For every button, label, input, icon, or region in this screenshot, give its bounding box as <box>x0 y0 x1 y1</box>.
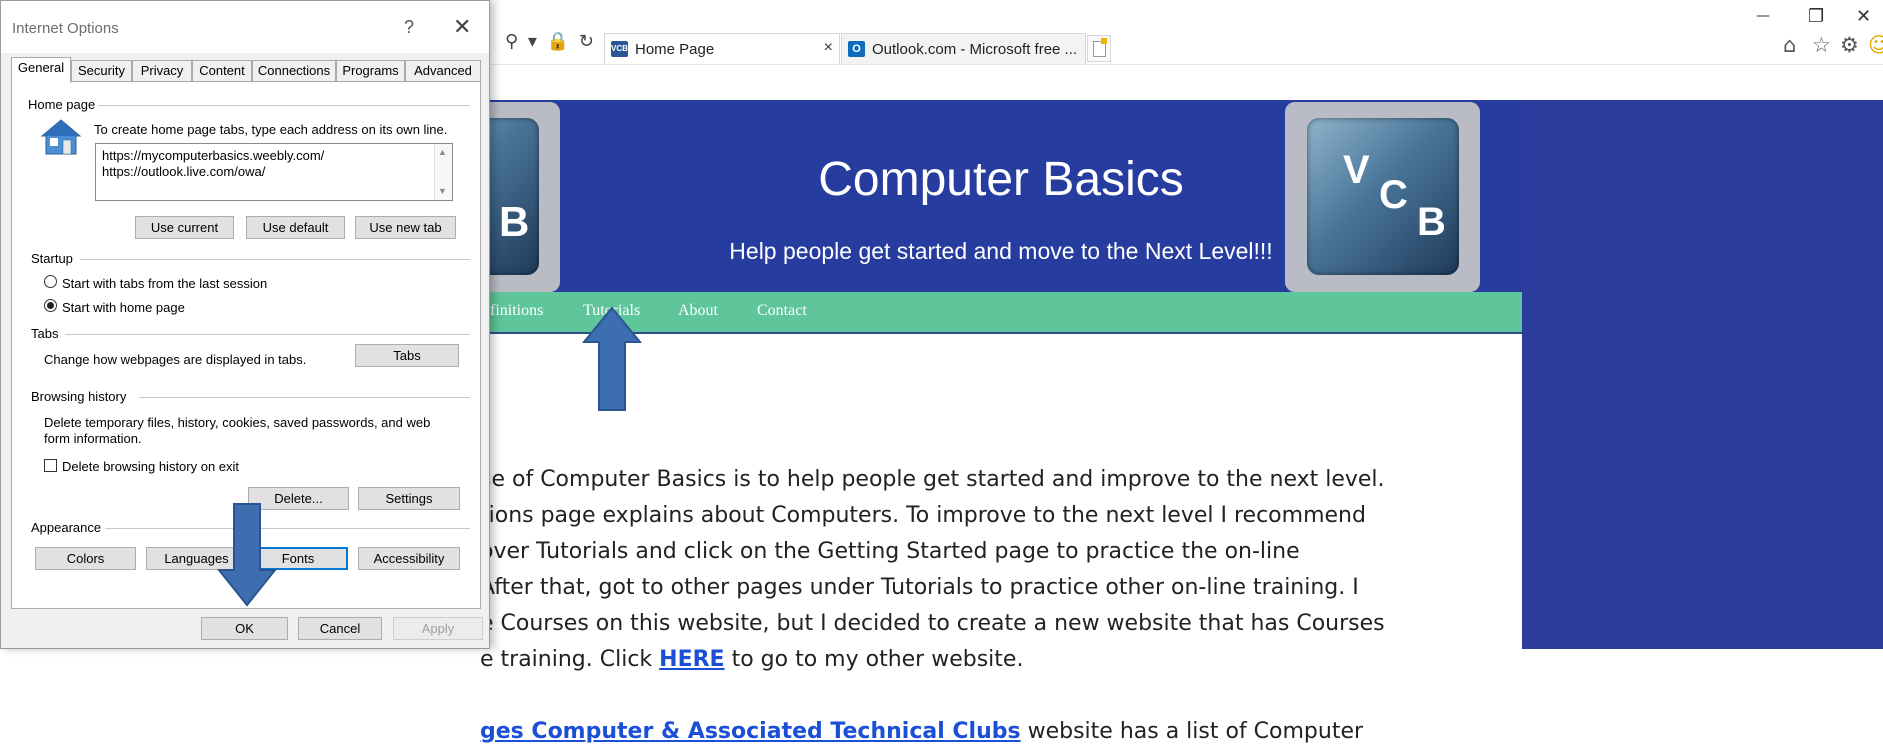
use-default-button[interactable]: Use default <box>246 216 345 239</box>
dialog-close-icon[interactable]: ✕ <box>453 14 471 40</box>
settings-gear-icon[interactable]: ⚙ <box>1840 33 1859 57</box>
home-page-url: https://mycomputerbasics.weebly.com/ <box>102 148 325 163</box>
content-line: After that, got to other pages under Tut… <box>480 575 1359 600</box>
help-icon[interactable]: ? <box>404 17 414 38</box>
home-page-group-label: Home page <box>28 97 96 112</box>
tab-close-icon[interactable]: × <box>824 39 833 57</box>
home-page-instruction: To create home page tabs, type each addr… <box>94 122 448 137</box>
logo-letter-b: B <box>1417 200 1446 244</box>
restore-icon[interactable]: ❐ <box>1808 6 1824 27</box>
favorites-star-icon[interactable]: ☆ <box>1812 33 1831 57</box>
window-close-icon[interactable]: ✕ <box>1856 6 1871 27</box>
delete-on-exit-label[interactable]: Delete browsing history on exit <box>62 459 239 474</box>
content-line: ges Computer & Associated Technical Club… <box>480 719 1363 744</box>
tab-advanced[interactable]: Advanced <box>405 60 481 82</box>
nav-contact[interactable]: Contact <box>757 302 807 320</box>
textarea-scrollbar[interactable]: ▲ ▼ <box>434 144 452 200</box>
content-line: over Tutorials and click on the Getting … <box>480 539 1300 564</box>
content-line: se of Computer Basics is to help people … <box>480 467 1385 492</box>
logo-letter-v: V <box>1343 148 1370 192</box>
annotation-arrow-down-icon <box>217 503 277 607</box>
tab-home-page[interactable]: VCB Home Page × <box>604 33 840 64</box>
tabs-settings-button[interactable]: Tabs <box>355 344 459 367</box>
clubs-link[interactable]: ges Computer & Associated Technical Club… <box>480 719 1021 744</box>
accessibility-button[interactable]: Accessibility <box>358 547 460 570</box>
browsing-history-description: Delete temporary files, history, cookies… <box>44 415 431 430</box>
colors-button[interactable]: Colors <box>35 547 136 570</box>
scroll-up-icon[interactable]: ▲ <box>438 147 447 157</box>
startup-group-label: Startup <box>31 251 73 266</box>
use-current-button[interactable]: Use current <box>135 216 234 239</box>
home-page-url: https://outlook.live.com/owa/ <box>102 164 266 179</box>
tabs-description: Change how webpages are displayed in tab… <box>44 352 307 367</box>
dialog-title: Internet Options <box>12 20 119 37</box>
content-line: tions page explains about Computers. To … <box>480 503 1366 528</box>
content-line: e Courses on this website, but I decided… <box>480 611 1385 636</box>
delete-on-exit-checkbox[interactable] <box>44 459 57 472</box>
apply-button[interactable]: Apply <box>393 617 483 640</box>
site-banner: B Computer Basics Help people get starte… <box>365 100 1522 292</box>
scroll-down-icon[interactable]: ▼ <box>438 186 447 196</box>
address-bar-icons[interactable]: ⚲ ▾ 🔒 ↻ <box>505 31 596 52</box>
startup-home-page-radio[interactable] <box>44 299 57 312</box>
smiley-icon[interactable]: ☺ <box>1868 33 1883 57</box>
content-text: website has a list of Computer <box>1020 719 1364 744</box>
cancel-button[interactable]: Cancel <box>298 617 382 640</box>
minimize-icon[interactable]: — <box>1756 8 1770 24</box>
here-link[interactable]: HERE <box>659 647 724 672</box>
browsing-history-description-2: form information. <box>44 431 142 446</box>
logo-right: V C B <box>1285 102 1480 292</box>
content-line: e training. Click HERE to go to my other… <box>480 647 1023 672</box>
tab-label: Home Page <box>635 41 715 58</box>
tab-label: Outlook.com - Microsoft free ... <box>872 41 1078 58</box>
ok-button[interactable]: OK <box>201 617 288 640</box>
nav-definitions[interactable]: finitions <box>490 302 543 320</box>
startup-home-page-label[interactable]: Start with home page <box>62 300 185 315</box>
content-text: to go to my other website. <box>724 647 1024 672</box>
home-page-urls-textarea[interactable]: https://mycomputerbasics.weebly.com/ htt… <box>95 143 453 201</box>
vcb-favicon-icon: VCB <box>611 41 628 57</box>
outlook-favicon-icon: O <box>848 41 865 57</box>
tab-general[interactable]: General <box>11 57 71 83</box>
new-tab-button[interactable] <box>1087 35 1111 62</box>
annotation-arrow-up-icon <box>582 306 642 411</box>
tab-security[interactable]: Security <box>71 60 132 82</box>
content-text: e training. Click <box>480 647 660 672</box>
browsing-history-group-label: Browsing history <box>31 389 127 404</box>
tab-content[interactable]: Content <box>192 60 252 82</box>
nav-about[interactable]: About <box>678 302 718 320</box>
dialog-titlebar: Internet Options ? ✕ <box>1 1 489 53</box>
startup-last-session-radio[interactable] <box>44 275 57 288</box>
tab-privacy[interactable]: Privacy <box>132 60 192 82</box>
home-page-icon <box>40 119 82 155</box>
tab-connections[interactable]: Connections <box>252 60 336 82</box>
startup-last-session-label[interactable]: Start with tabs from the last session <box>62 276 267 291</box>
tab-outlook[interactable]: O Outlook.com - Microsoft free ... <box>841 33 1086 64</box>
tab-programs[interactable]: Programs <box>336 60 405 82</box>
home-icon[interactable]: ⌂ <box>1783 33 1796 57</box>
tabs-group-label: Tabs <box>31 326 59 341</box>
logo-letter-c: C <box>1379 173 1408 217</box>
appearance-group-label: Appearance <box>31 520 102 535</box>
history-settings-button[interactable]: Settings <box>358 487 460 510</box>
use-new-tab-button[interactable]: Use new tab <box>355 216 456 239</box>
